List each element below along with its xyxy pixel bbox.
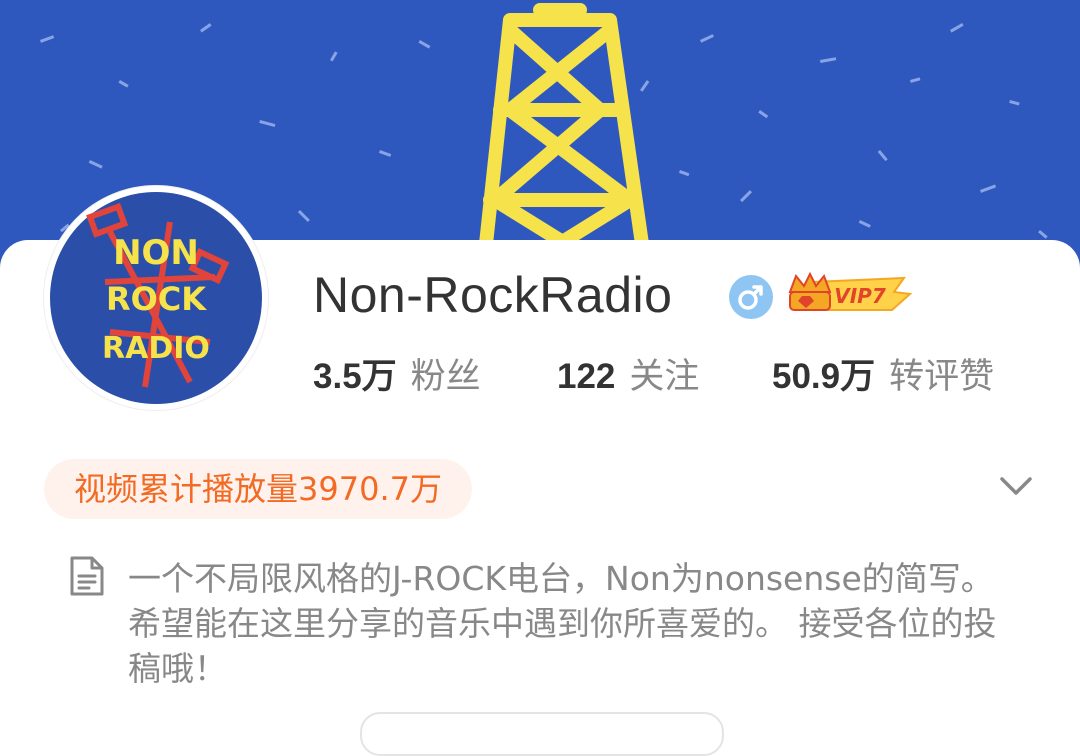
profile-bio: 一个不局限风格的J-ROCK电台，Non为nonsense的简写。希望能在这里分… <box>128 559 997 688</box>
stat-followers[interactable]: 3.5万 粉丝 <box>313 348 481 399</box>
document-icon <box>66 555 106 601</box>
username: Non-RockRadio <box>313 267 673 323</box>
video-play-count-badge[interactable]: 视频累计播放量3970.7万 <box>44 459 472 519</box>
avatar-text-line1: NON <box>113 233 199 273</box>
avatar-text-line3: RADIO <box>102 331 210 366</box>
bottom-action-pill[interactable] <box>360 712 724 756</box>
stat-label: 粉丝 <box>410 357 481 397</box>
chevron-down-icon[interactable] <box>996 472 1036 504</box>
stat-likes[interactable]: 50.9万 转评赞 <box>772 348 994 399</box>
stat-following[interactable]: 122 关注 <box>557 348 699 399</box>
avatar[interactable]: NON ROCK RADIO <box>44 186 268 410</box>
avatar-logo: NON ROCK RADIO <box>50 192 262 404</box>
stat-value: 122 <box>557 357 616 396</box>
vip-level: VIP7 <box>834 284 886 308</box>
stat-value: 3.5万 <box>313 357 397 396</box>
avatar-text-line2: ROCK <box>106 280 207 318</box>
stat-label: 关注 <box>629 357 700 397</box>
vip-badge[interactable]: VIP7 <box>782 270 914 322</box>
stat-value: 50.9万 <box>772 357 876 396</box>
male-icon <box>729 275 773 319</box>
stat-label: 转评赞 <box>889 357 995 397</box>
